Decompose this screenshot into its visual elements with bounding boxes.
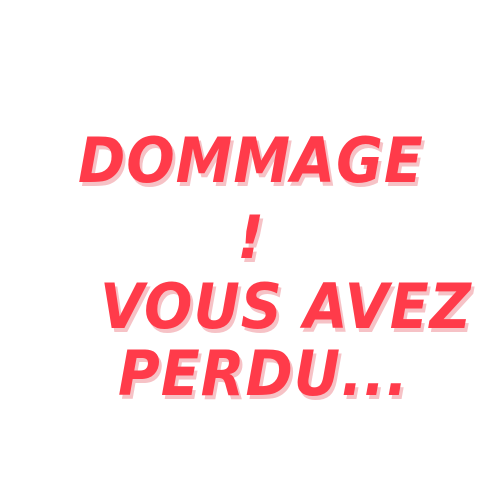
lost-message-line-2: PERDU... bbox=[118, 337, 409, 410]
game-over-title: DOMMAGE bbox=[78, 124, 424, 197]
lost-message-line-1: VOUS AVEZ bbox=[100, 270, 472, 343]
game-over-screen: DOMMAGE ! VOUS AVEZ PERDU... bbox=[0, 0, 500, 500]
exclamation-mark: ! bbox=[237, 203, 266, 273]
